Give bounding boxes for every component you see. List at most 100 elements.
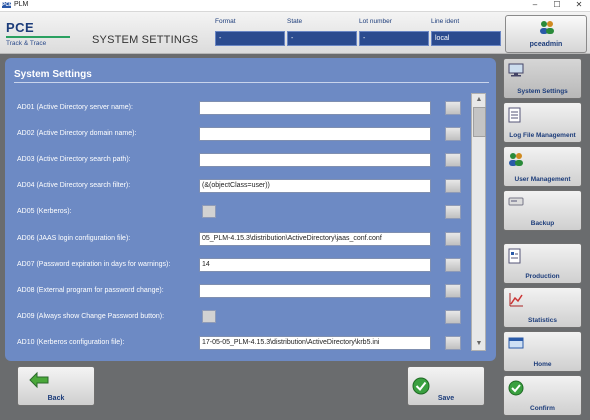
setting-label: AD07 (Password expiration in days for wa… [17, 261, 171, 268]
user-button[interactable]: pceadmin [505, 15, 587, 53]
state-value: - [287, 31, 357, 46]
format-value: - [215, 31, 285, 46]
scrollbar-thumb[interactable] [473, 107, 486, 137]
setting-input-ad03[interactable] [199, 153, 431, 167]
lot-number-field: Lot number - [359, 18, 429, 46]
setting-label: AD10 (Kerberos configuration file): [17, 339, 125, 346]
setting-input-ad04[interactable]: (&(objectClass=user)) [199, 179, 431, 193]
lot-number-label: Lot number [359, 18, 392, 25]
panel-title: System Settings [14, 69, 92, 80]
window-title-bar: PCE PLM – ☐ ✕ [0, 0, 590, 12]
setting-label: AD06 (JAAS login configuration file): [17, 235, 131, 242]
format-label: Format [215, 18, 236, 25]
setting-row-ad01: AD01 (Active Directory server name): [5, 101, 485, 115]
state-field: State - [287, 18, 357, 46]
setting-row-ad06: AD06 (JAAS login configuration file): 05… [5, 232, 485, 246]
maximize-button[interactable]: ☐ [546, 0, 568, 11]
sidebar-item-production[interactable]: Production [503, 243, 582, 284]
sidebar-label: System Settings [517, 88, 568, 95]
scroll-down-icon[interactable]: ▼ [474, 339, 484, 349]
backup-icon [508, 195, 524, 210]
setting-row-ad10: AD10 (Kerberos configuration file): 17-0… [5, 336, 485, 350]
sidebar-label: User Management [514, 176, 571, 183]
users-icon [539, 19, 555, 38]
setting-input-ad06[interactable]: 05_PLM-4.15.3\distribution\ActiveDirecto… [199, 232, 431, 246]
app-icon: PCE [2, 2, 13, 8]
lot-number-value: - [359, 31, 429, 46]
setting-input-ad10[interactable]: 17-05-05_PLM-4.15.3\distribution\ActiveD… [199, 336, 431, 350]
home-icon [508, 336, 524, 353]
sidebar-label: Statistics [528, 317, 557, 324]
setting-input-value: 05_PLM-4.15.3\distribution\ActiveDirecto… [202, 235, 382, 242]
vertical-scrollbar[interactable]: ▲ ▼ [471, 93, 486, 351]
log-file-icon [508, 107, 522, 126]
computer-icon [508, 63, 524, 80]
setting-input-ad01[interactable] [199, 101, 431, 115]
panel-divider [14, 82, 489, 83]
setting-label: AD01 (Active Directory server name): [17, 104, 133, 111]
sidebar-item-confirm[interactable]: Confirm [503, 375, 582, 416]
sidebar-label: Backup [530, 220, 555, 227]
setting-action-button[interactable] [445, 153, 461, 167]
setting-row-ad05: AD05 (Kerberos): [5, 205, 485, 219]
setting-row-ad09: AD09 (Always show Change Password button… [5, 310, 485, 324]
setting-action-button[interactable] [445, 205, 461, 219]
sidebar-label: Confirm [530, 405, 555, 412]
setting-label: AD02 (Active Directory domain name): [17, 130, 137, 137]
sidebar-label: Production [525, 273, 560, 280]
back-label: Back [47, 395, 65, 402]
pce-logo: PCE Track & Trace [6, 20, 76, 50]
state-label: State [287, 18, 303, 25]
setting-action-button[interactable] [445, 127, 461, 141]
setting-row-ad08: AD08 (External program for password chan… [5, 284, 485, 298]
logo-underline [6, 36, 70, 38]
setting-action-button[interactable] [445, 232, 461, 246]
setting-input-value: 17-05-05_PLM-4.15.3\distribution\ActiveD… [202, 339, 380, 346]
line-ident-label: Line ident [431, 18, 460, 25]
statistics-icon [508, 292, 524, 311]
sidebar-item-log-file-management[interactable]: Log File Management [503, 102, 582, 143]
app-header: PCE Track & Trace SYSTEM SETTINGS Format… [0, 12, 590, 54]
sidebar-item-home[interactable]: Home [503, 331, 582, 372]
sidebar-item-backup[interactable]: Backup [503, 190, 582, 231]
logo-main: PCE [6, 20, 35, 35]
users-icon [508, 151, 524, 170]
line-ident-field: Line ident local [431, 18, 501, 46]
setting-action-button[interactable] [445, 336, 461, 350]
setting-label: AD03 (Active Directory search path): [17, 156, 131, 163]
line-ident-value: local [431, 31, 501, 46]
setting-action-button[interactable] [445, 101, 461, 115]
setting-label: AD05 (Kerberos): [17, 208, 72, 215]
setting-action-button[interactable] [445, 258, 461, 272]
production-icon [508, 248, 522, 267]
save-label: Save [437, 395, 455, 402]
back-arrow-icon [28, 371, 50, 393]
sidebar-label: Log File Management [509, 132, 576, 139]
setting-row-ad04: AD04 (Active Directory search filter): (… [5, 179, 485, 193]
setting-label: AD09 (Always show Change Password button… [17, 313, 165, 320]
format-field: Format - [215, 18, 285, 46]
setting-action-button[interactable] [445, 284, 461, 298]
close-button[interactable]: ✕ [568, 0, 590, 11]
setting-input-ad02[interactable] [199, 127, 431, 141]
setting-input-ad08[interactable] [199, 284, 431, 298]
setting-row-ad07: AD07 (Password expiration in days for wa… [5, 258, 485, 272]
sidebar-label: Home [533, 361, 552, 368]
page-title: SYSTEM SETTINGS [92, 34, 199, 46]
user-name: pceadmin [529, 41, 563, 48]
setting-label: AD04 (Active Directory search filter): [17, 182, 131, 189]
save-button[interactable]: Save [407, 366, 485, 406]
sidebar-item-user-management[interactable]: User Management [503, 146, 582, 187]
system-settings-panel: System Settings AD01 (Active Directory s… [5, 58, 496, 361]
setting-input-ad07[interactable]: 14 [199, 258, 431, 272]
setting-action-button[interactable] [445, 179, 461, 193]
scroll-up-icon[interactable]: ▲ [474, 95, 484, 105]
logo-subtitle: Track & Trace [6, 40, 47, 47]
setting-checkbox-ad05[interactable] [202, 205, 216, 218]
setting-action-button[interactable] [445, 310, 461, 324]
minimize-button[interactable]: – [524, 0, 546, 11]
sidebar-item-statistics[interactable]: Statistics [503, 287, 582, 328]
sidebar-item-system-settings[interactable]: System Settings [503, 58, 582, 99]
setting-checkbox-ad09[interactable] [202, 310, 216, 323]
back-button[interactable]: Back [17, 366, 95, 406]
